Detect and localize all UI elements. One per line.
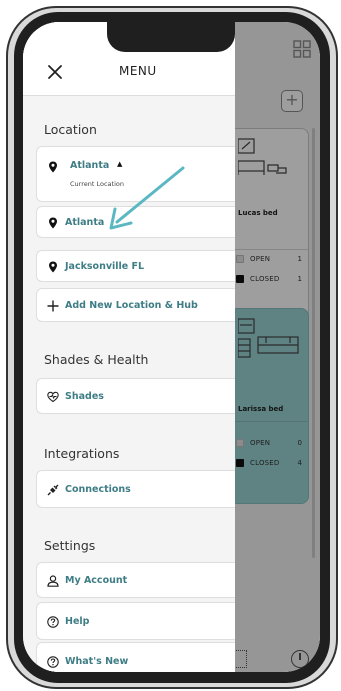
menu-title: MENU [119, 64, 157, 78]
connections-label: Connections [65, 484, 131, 495]
menu-item-my-account[interactable]: My Account [36, 562, 235, 598]
location-item-jacksonville[interactable]: Jacksonville FL [36, 250, 235, 282]
plus-icon [47, 300, 59, 312]
current-location-selector[interactable]: Atlanta ▲ Current Location [36, 146, 235, 202]
section-title-integrations: Integrations [44, 446, 120, 461]
help-label: Help [65, 616, 90, 627]
menu-item-whats-new[interactable]: What's New [36, 642, 235, 672]
menu-item-connections[interactable]: Connections [36, 470, 235, 508]
side-menu: MENU Location Atlanta ▲ Current Location… [23, 22, 235, 672]
help-circle-icon [47, 656, 59, 668]
current-location-caption: Current Location [70, 180, 124, 188]
user-icon [47, 575, 59, 587]
phone-screen: + Lucas bed OPEN 1 CLOSED 1 Larissa bed … [23, 22, 320, 672]
add-location-label: Add New Location & Hub [65, 300, 198, 311]
map-pin-icon [49, 217, 57, 229]
shades-label: Shades [65, 391, 104, 402]
map-pin-icon [49, 261, 57, 273]
screenshot-stage: + Lucas bed OPEN 1 CLOSED 1 Larissa bed … [0, 0, 341, 691]
help-circle-icon [47, 616, 59, 628]
plug-icon [47, 484, 59, 496]
menu-item-help[interactable]: Help [36, 602, 235, 640]
whats-new-label: What's New [65, 656, 129, 667]
my-account-label: My Account [65, 575, 128, 586]
map-pin-icon [49, 161, 57, 173]
location-item-atlanta[interactable]: Atlanta [36, 206, 235, 238]
location-label: Atlanta [65, 217, 105, 228]
caret-up-icon: ▲ [117, 160, 123, 168]
close-icon[interactable] [47, 64, 63, 80]
phone-notch [107, 22, 235, 52]
location-label: Jacksonville FL [65, 261, 145, 272]
menu-item-shades[interactable]: Shades [36, 378, 235, 414]
heart-pulse-icon [47, 391, 59, 403]
current-location-name: Atlanta [70, 160, 110, 171]
section-title-location: Location [44, 122, 97, 137]
section-title-shades: Shades & Health [44, 352, 149, 367]
add-location-button[interactable]: Add New Location & Hub [36, 288, 235, 322]
section-title-settings: Settings [44, 538, 96, 553]
